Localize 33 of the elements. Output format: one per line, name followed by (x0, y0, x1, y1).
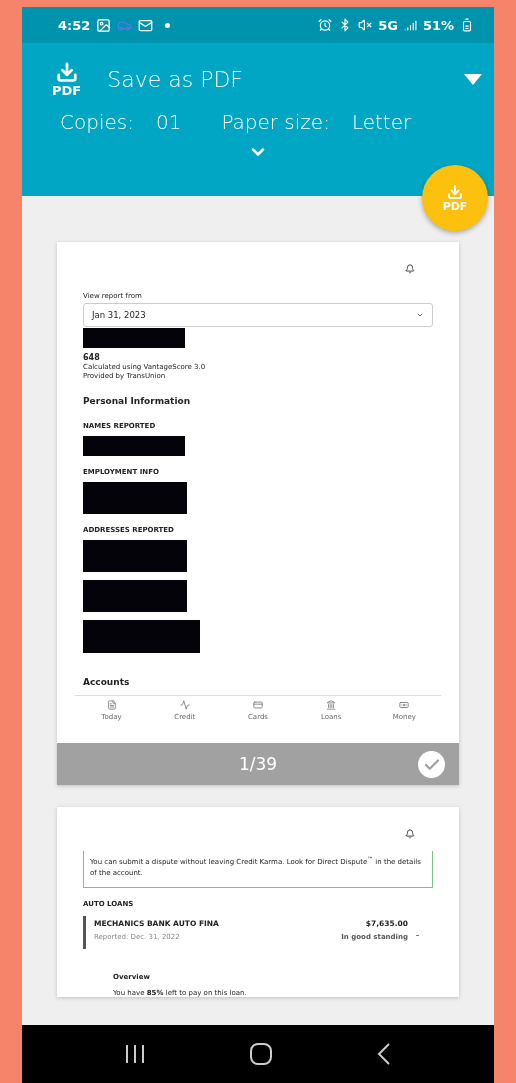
clock: 4:52 (58, 17, 91, 33)
battery-percent: 51% (422, 17, 454, 33)
card-icon (252, 700, 263, 710)
download-icon (447, 183, 463, 200)
dot-icon (165, 22, 171, 28)
copies-label: Copies: (60, 110, 134, 134)
mute-icon (358, 18, 373, 32)
bell-icon (405, 829, 415, 839)
alarm-icon (318, 18, 333, 32)
date-select[interactable]: Jan 31, 2023 (83, 303, 433, 327)
section-heading: Personal Information (83, 396, 192, 406)
recents-button[interactable] (124, 1045, 145, 1063)
image-icon (96, 17, 112, 33)
signal-icon (403, 18, 417, 32)
pdf-label: PDF (52, 83, 82, 98)
battery-icon (460, 18, 474, 32)
back-button[interactable] (377, 1043, 392, 1065)
document-icon (106, 700, 117, 710)
paper-size-label: Paper size: (221, 110, 330, 134)
page-checkbox[interactable] (418, 751, 445, 778)
home-button[interactable] (250, 1043, 272, 1065)
bell-icon (405, 264, 415, 274)
mail-icon (138, 17, 154, 33)
banknote-icon (399, 700, 410, 710)
chevron-down-icon (416, 311, 424, 319)
network-type: 5G (378, 17, 398, 33)
section-heading: Accounts (83, 677, 131, 687)
pulse-icon (179, 700, 190, 710)
dropdown-triangle-icon[interactable] (464, 73, 482, 86)
download-icon (55, 61, 78, 83)
credit-score: 648 (83, 353, 101, 362)
page-counter: 1/39 (238, 754, 278, 774)
bank-icon (326, 700, 337, 710)
